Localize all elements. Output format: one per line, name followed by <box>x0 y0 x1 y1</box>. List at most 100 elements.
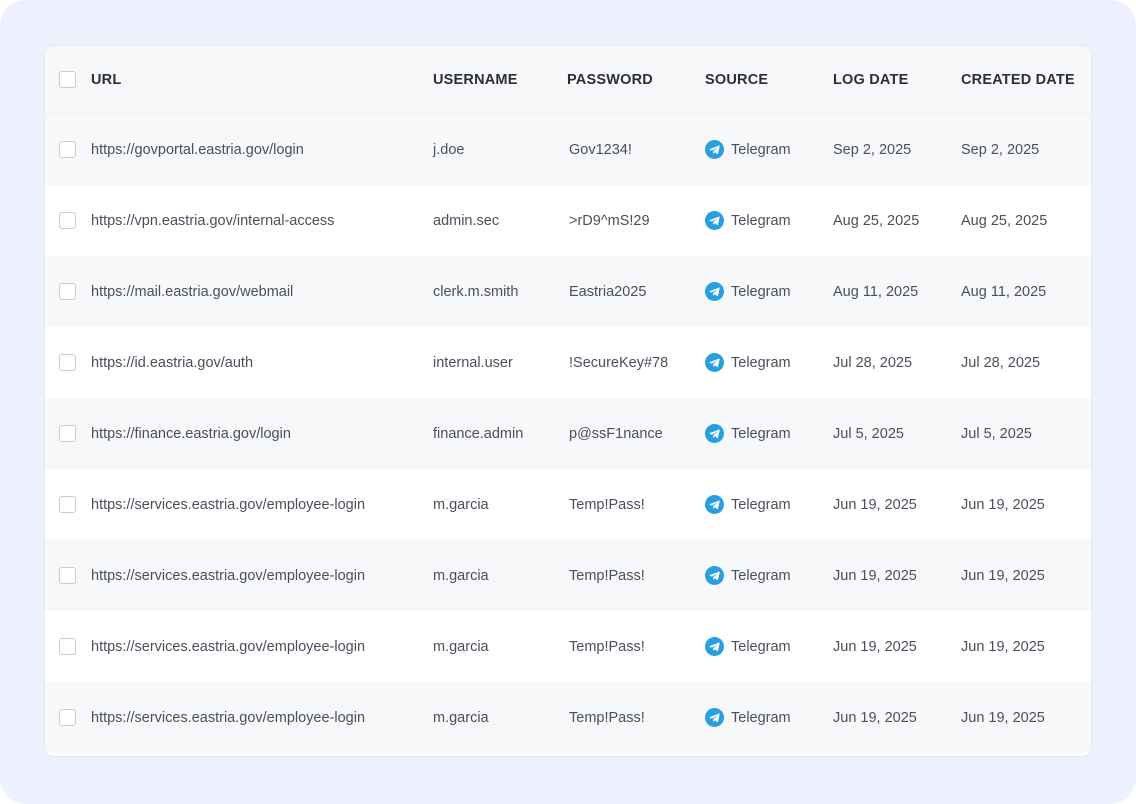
telegram-icon <box>705 353 724 372</box>
column-header-log-date[interactable]: LOG DATE <box>833 46 908 113</box>
log-date-cell: Jul 5, 2025 <box>833 425 904 442</box>
log-date-cell: Aug 11, 2025 <box>833 283 919 300</box>
url-cell: https://services.eastria.gov/employee-lo… <box>91 496 366 513</box>
row-select-cell <box>59 327 76 398</box>
row-checkbox[interactable] <box>59 638 76 655</box>
created-date-cell: Jul 28, 2025 <box>961 354 1041 371</box>
source-cell: Telegram <box>705 256 791 327</box>
created-date-cell: Aug 25, 2025 <box>961 212 1048 229</box>
table-row[interactable]: https://finance.eastria.gov/login financ… <box>45 398 1091 469</box>
row-checkbox[interactable] <box>59 709 76 726</box>
created-date-cell: Jun 19, 2025 <box>961 496 1045 513</box>
row-select-cell <box>59 256 76 327</box>
row-select-cell <box>59 611 76 682</box>
password-cell: Temp!Pass! <box>569 709 645 726</box>
username-cell: finance.admin <box>433 425 524 442</box>
telegram-icon <box>705 708 724 727</box>
source-label: Telegram <box>731 283 791 300</box>
row-select-cell <box>59 682 76 753</box>
created-date-cell: Jun 19, 2025 <box>961 638 1045 655</box>
row-checkbox[interactable] <box>59 567 76 584</box>
table-row[interactable]: https://mail.eastria.gov/webmail clerk.m… <box>45 256 1091 327</box>
select-all-cell <box>59 46 76 113</box>
row-checkbox[interactable] <box>59 212 76 229</box>
password-cell: >rD9^mS!29 <box>569 212 650 229</box>
password-cell: Gov1234! <box>569 141 632 158</box>
source-label: Telegram <box>731 709 791 726</box>
table-row[interactable]: https://id.eastria.gov/auth internal.use… <box>45 327 1091 398</box>
log-date-cell: Jun 19, 2025 <box>833 709 917 726</box>
url-cell: https://vpn.eastria.gov/internal-access <box>91 212 335 229</box>
url-cell: https://services.eastria.gov/employee-lo… <box>91 638 366 655</box>
column-header-url[interactable]: URL <box>91 46 121 113</box>
table-row[interactable]: https://services.eastria.gov/employee-lo… <box>45 682 1091 753</box>
created-date-cell: Jul 5, 2025 <box>961 425 1032 442</box>
created-date-cell: Jun 19, 2025 <box>961 709 1045 726</box>
url-cell: https://finance.eastria.gov/login <box>91 425 291 442</box>
url-cell: https://id.eastria.gov/auth <box>91 354 254 371</box>
column-header-source[interactable]: SOURCE <box>705 46 768 113</box>
table-row[interactable]: https://services.eastria.gov/employee-lo… <box>45 469 1091 540</box>
row-select-cell <box>59 185 76 256</box>
source-label: Telegram <box>731 354 791 371</box>
url-cell: https://services.eastria.gov/employee-lo… <box>91 709 366 726</box>
column-header-created-date[interactable]: CREATED DATE <box>961 46 1075 113</box>
source-label: Telegram <box>731 212 791 229</box>
column-header-username[interactable]: USERNAME <box>433 46 518 113</box>
log-date-cell: Sep 2, 2025 <box>833 141 912 158</box>
telegram-icon <box>705 495 724 514</box>
telegram-icon <box>705 424 724 443</box>
username-cell: clerk.m.smith <box>433 283 519 300</box>
source-cell: Telegram <box>705 185 791 256</box>
source-cell: Telegram <box>705 114 791 185</box>
username-cell: admin.sec <box>433 212 500 229</box>
source-label: Telegram <box>731 141 791 158</box>
password-cell: Temp!Pass! <box>569 496 645 513</box>
row-checkbox[interactable] <box>59 354 76 371</box>
source-cell: Telegram <box>705 540 791 611</box>
url-cell: https://mail.eastria.gov/webmail <box>91 283 294 300</box>
password-cell: !SecureKey#78 <box>569 354 669 371</box>
log-date-cell: Jun 19, 2025 <box>833 638 917 655</box>
credentials-table: URL USERNAME PASSWORD SOURCE LOG DATE CR… <box>44 45 1092 757</box>
telegram-icon <box>705 282 724 301</box>
row-checkbox[interactable] <box>59 283 76 300</box>
source-label: Telegram <box>731 567 791 584</box>
username-cell: m.garcia <box>433 709 489 726</box>
row-select-cell <box>59 540 76 611</box>
telegram-icon <box>705 140 724 159</box>
created-date-cell: Sep 2, 2025 <box>961 141 1040 158</box>
telegram-icon <box>705 637 724 656</box>
source-cell: Telegram <box>705 327 791 398</box>
password-cell: Eastria2025 <box>569 283 647 300</box>
password-cell: p@ssF1nance <box>569 425 663 442</box>
url-cell: https://govportal.eastria.gov/login <box>91 141 304 158</box>
telegram-icon <box>705 566 724 585</box>
source-cell: Telegram <box>705 611 791 682</box>
source-cell: Telegram <box>705 682 791 753</box>
table-row[interactable]: https://govportal.eastria.gov/login j.do… <box>45 114 1091 185</box>
row-select-cell <box>59 114 76 185</box>
page-background: URL USERNAME PASSWORD SOURCE LOG DATE CR… <box>0 0 1136 804</box>
password-cell: Temp!Pass! <box>569 567 645 584</box>
table-row[interactable]: https://vpn.eastria.gov/internal-access … <box>45 185 1091 256</box>
source-label: Telegram <box>731 425 791 442</box>
row-checkbox[interactable] <box>59 425 76 442</box>
select-all-checkbox[interactable] <box>59 71 76 88</box>
telegram-icon <box>705 211 724 230</box>
username-cell: j.doe <box>433 141 465 158</box>
log-date-cell: Jul 28, 2025 <box>833 354 913 371</box>
source-label: Telegram <box>731 496 791 513</box>
row-checkbox[interactable] <box>59 496 76 513</box>
column-header-password[interactable]: PASSWORD <box>567 46 653 113</box>
password-cell: Temp!Pass! <box>569 638 645 655</box>
username-cell: m.garcia <box>433 567 489 584</box>
table-row[interactable]: https://services.eastria.gov/employee-lo… <box>45 611 1091 682</box>
source-cell: Telegram <box>705 398 791 469</box>
url-cell: https://services.eastria.gov/employee-lo… <box>91 567 366 584</box>
source-cell: Telegram <box>705 469 791 540</box>
created-date-cell: Aug 11, 2025 <box>961 283 1047 300</box>
row-checkbox[interactable] <box>59 141 76 158</box>
username-cell: internal.user <box>433 354 513 371</box>
table-row[interactable]: https://services.eastria.gov/employee-lo… <box>45 540 1091 611</box>
